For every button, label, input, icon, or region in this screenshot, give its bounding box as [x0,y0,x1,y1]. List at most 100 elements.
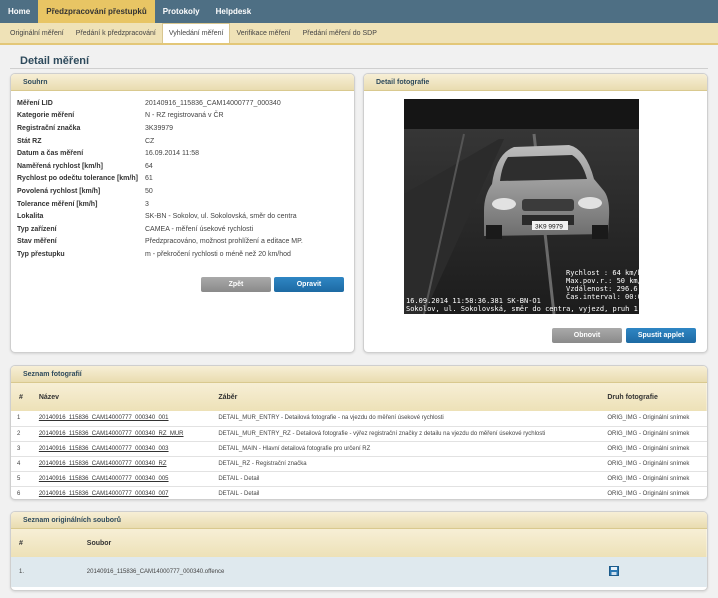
photo-row-shot-cell: DETAIL_RZ - Registrační značka [218,460,307,467]
summary-label: Stav měření [17,238,57,246]
tab-handover-sdp[interactable]: Předání měření do SDP [297,23,383,43]
col-file: Soubor [86,539,112,547]
summary-row: Registrační značka 3K39979 [17,122,347,135]
nav-protocols[interactable]: Protokoly [155,0,208,23]
photo-row-kind-cell: ORIG_IMG - Originální snímek [607,460,690,467]
photo-row-kind-cell: ORIG_IMG - Originální snímek [607,430,690,437]
photo-row: 5 20140916_115836_CAM14000777_000340_005 D… [11,471,707,486]
summary-row: Rychlost po odečtu tolerance [km/h] 61 [17,173,347,186]
save-icon[interactable] [609,566,620,576]
nav-home[interactable]: Home [0,0,38,23]
photo-row: 6 20140916_115836_CAM14000777_000340_007 D… [11,486,707,499]
edit-button[interactable]: Opravit [274,277,344,292]
summary-label: Typ zařízení [17,225,57,233]
photo-row-link[interactable]: 20140916_115836_CAM14000777_000340_RZ [39,461,167,467]
file-row: 1. 20140916_115836_CAM14000777_000340.off… [11,557,707,587]
photos-table: # Název Záběr Druh fotografie 1 20140916_… [11,383,707,499]
summary-label: Povolená rychlost [km/h] [17,187,101,195]
summary-value: 16.09.2014 11:58 [145,150,199,158]
summary-value: m - překročení rychlosti o méně než 20 k… [145,250,291,258]
tab-original-measurements[interactable]: Originální měření [4,23,70,43]
col-name: Název [38,393,60,401]
photos-panel: Seznam fotografií # Název Záběr Druh fot… [10,365,708,500]
summary-value: 61 [145,175,153,183]
top-navigation: Home Předzpracování přestupků Protokoly … [0,0,718,23]
photo-row-link[interactable]: 20140916_115836_CAM14000777_000340_007 [39,491,169,497]
photo-row-shot-cell: DETAIL_MAIN - Hlavní detailová fotografi… [218,445,371,452]
tab-verification[interactable]: Verifikace měření [230,23,296,43]
photo-row-kind-cell: ORIG_IMG - Originální snímek [607,490,690,497]
summary-panel: Souhrn Měření LID 20140916_115836_CAM1400… [10,73,355,353]
photo-row-shot-cell: DETAIL - Detail [218,490,260,497]
summary-header: Souhrn [11,74,354,91]
file-row-name: 20140916_115836_CAM14000777_000340.offen… [86,569,225,575]
files-header: Seznam originálních souborů [11,512,707,529]
summary-label: Tolerance měření [km/h] [17,200,98,208]
photo-row: 1 20140916_115836_CAM14000777_000340_001 D… [11,411,707,426]
photo-row-link-cell: 20140916_115836_CAM14000777_000340_005 [31,471,210,486]
nav-preprocessing[interactable]: Předzpracování přestupků [38,0,155,23]
title-divider [10,68,708,69]
photo-row-shot-cell: DETAIL - Detail [218,475,260,482]
summary-label: Naměřená rychlost [km/h] [17,162,103,170]
photo-row-link[interactable]: 20140916_115836_CAM14000777_000340_003 [39,446,169,452]
nav-helpdesk[interactable]: Helpdesk [208,0,260,23]
col-file-actions [597,529,707,557]
photo-row-number-cell: 4 [17,460,21,467]
summary-label: Stát RZ [17,137,42,145]
summary-row: Kategorie měření N - RZ registrovaná v ČR [17,110,347,123]
photo-row-number-cell: 6 [17,490,21,497]
photo-row-link[interactable]: 20140916_115836_CAM14000777_000340_RZ_MU… [39,431,184,437]
photos-header: Seznam fotografií [11,366,707,383]
tab-handover-preprocessing[interactable]: Předání k předzpracování [70,23,162,43]
summary-label: Lokalita [17,213,44,221]
summary-row: Datum a čas měření 16.09.2014 11:58 [17,147,347,160]
col-shot: Záběr [218,393,238,401]
summary-value: 3K39979 [145,124,174,132]
files-table: # Soubor 1. 20140916_115836_CAM14000777_0… [11,529,707,587]
photo-overlay-location: 16.09.2014 11:58:36.381 SK-BN-O1 Sokolov… [406,297,638,313]
summary-value: CAMEA - měření úsekové rychlosti [145,225,254,233]
summary-value: 20140916_115836_CAM14000777_000340 [145,99,281,107]
sub-navigation: Originální měření Předání k předzpracová… [0,23,718,45]
summary-row: Stát RZ CZ [17,135,347,148]
summary-label: Registrační značka [17,124,81,132]
summary-value: 3 [145,200,149,208]
summary-row: Povolená rychlost [km/h] 50 [17,185,347,198]
tab-search-measurements[interactable]: Vyhledání měření [161,23,231,43]
license-plate-text: 3K9 9979 [535,224,563,231]
photo-row-number-cell: 3 [17,445,21,452]
run-applet-button[interactable]: Spustit applet [626,328,696,343]
summary-value: 64 [145,162,153,170]
summary-label: Typ přestupku [17,250,65,258]
summary-label: Rychlost po odečtu tolerance [km/h] [17,175,138,183]
summary-row: Tolerance měření [km/h] 3 [17,198,347,211]
photo-row-link-cell: 20140916_115836_CAM14000777_000340_001 [31,411,210,426]
photo-panel: Detail fotografie 3K9 9979 Rychlost: 64… [363,73,708,353]
page-title: Detail měření [20,55,90,67]
back-button[interactable]: Zpět [201,277,271,292]
photo-row-kind-cell: ORIG_IMG - Originální snímek [607,475,690,482]
photo-row-shot-cell: DETAIL_MUR_ENTRY_RZ - Detailová fotograf… [218,430,546,437]
photo-row-link-cell: 20140916_115836_CAM14000777_000340_RZ_MU… [31,426,210,441]
col-file-number: # [19,539,23,547]
files-panel: Seznam originálních souborů # Soubor 1. 2… [10,511,708,591]
photos-table-header: # Název Záběr Druh fotografie [11,383,707,411]
refresh-button[interactable]: Obnovit [552,328,622,343]
summary-value: 50 [145,187,153,195]
summary-label: Měření LID [17,99,53,107]
photo-row-link-cell: 20140916_115836_CAM14000777_000340_RZ [31,456,210,471]
summary-label: Kategorie měření [17,112,75,120]
photo-row: 4 20140916_115836_CAM14000777_000340_RZ DE… [11,456,707,471]
summary-row: Stav měření Předzpracováno, možnost prohl… [17,236,347,249]
summary-value: CZ [145,137,155,145]
photo-row-number-cell: 2 [17,430,21,437]
summary-row: Lokalita SK-BN - Sokolov, ul. Sokolovská,… [17,210,347,223]
photo-row: 2 20140916_115836_CAM14000777_000340_RZ_M… [11,426,707,441]
photo-row-link[interactable]: 20140916_115836_CAM14000777_000340_005 [39,476,169,482]
file-row-actions [597,557,707,587]
summary-label: Datum a čas měření [17,150,84,158]
summary-value: Předzpracováno, možnost prohlížení a edi… [145,238,303,246]
vehicle-photo[interactable]: 3K9 9979 Rychlost : 64 km/h Max.pov.r.: … [404,99,639,314]
photo-row-link[interactable]: 20140916_115836_CAM14000777_000340_001 [39,415,169,421]
